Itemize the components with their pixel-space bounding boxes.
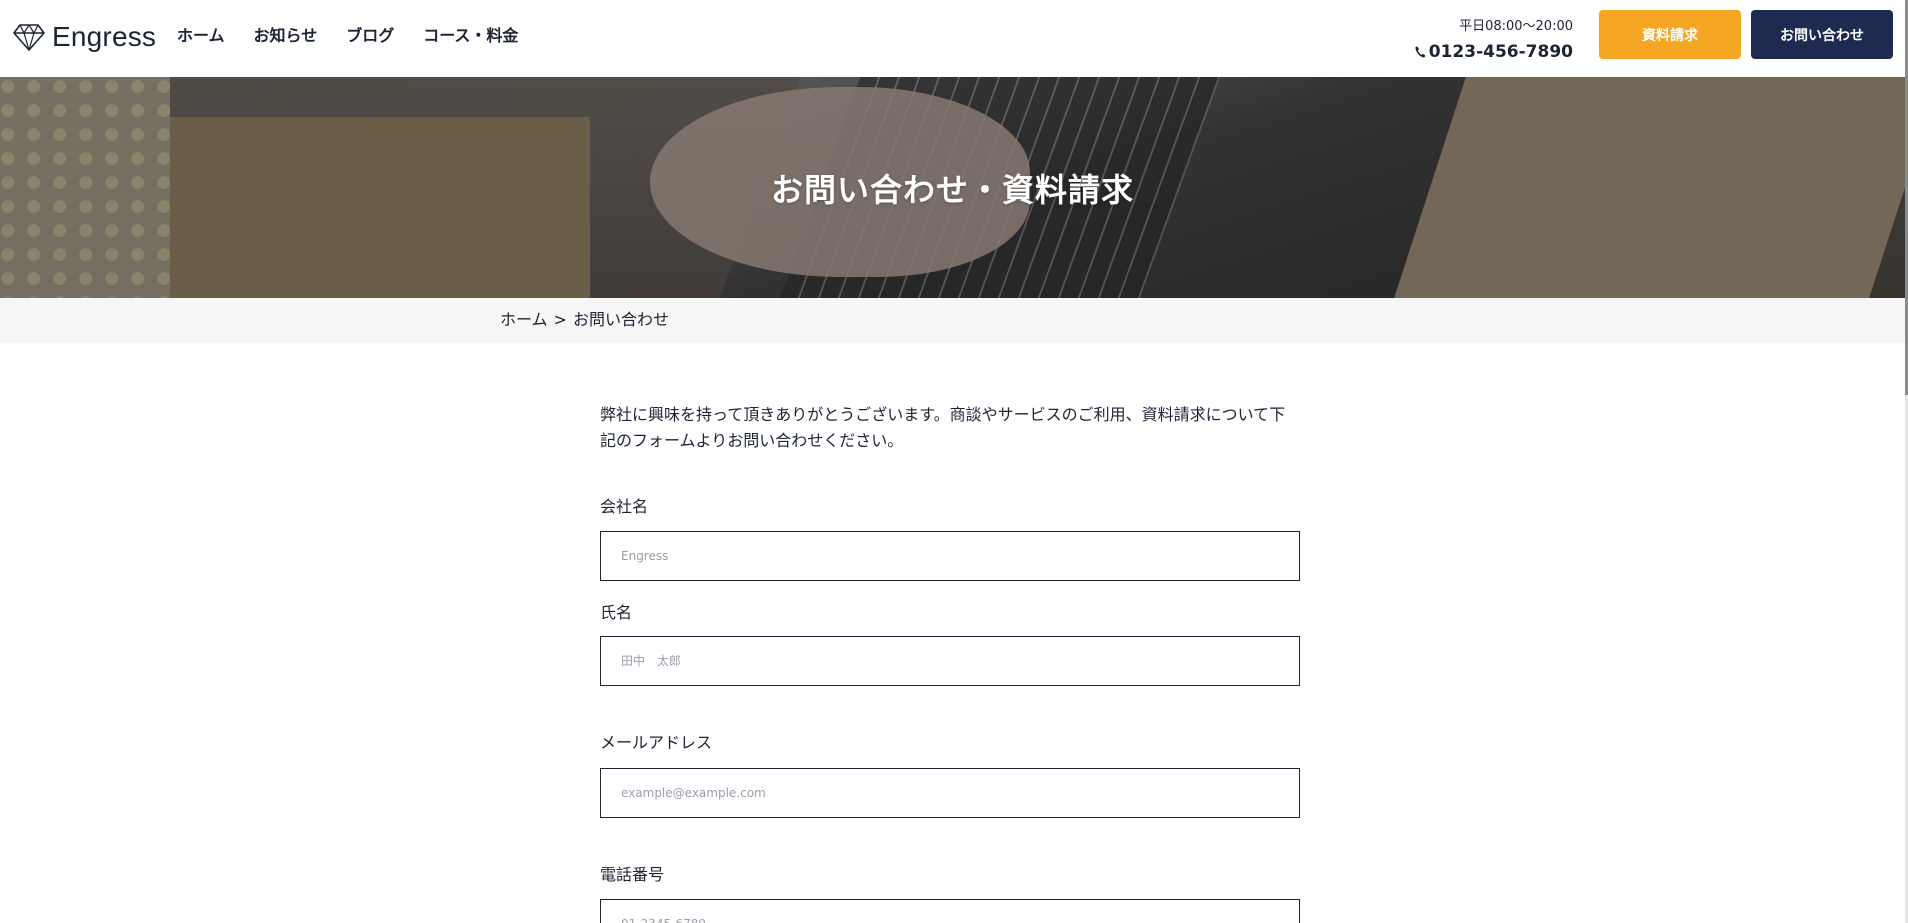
email-label: メールアドレス (600, 733, 713, 752)
request-documents-button[interactable]: 資料請求 (1599, 10, 1741, 59)
hero-banner: お問い合わせ・資料請求 (0, 77, 1905, 298)
page-title: お問い合わせ・資料請求 (770, 171, 1134, 209)
breadcrumb-home-link[interactable]: ホーム (500, 310, 548, 330)
header-contact-info: 平日08:00〜20:00 0123-456-7890 (1414, 18, 1573, 63)
phone-input[interactable] (600, 899, 1300, 923)
site-header: Engress ホーム お知らせ ブログ コース・料金 平日08:00〜20:0… (0, 0, 1905, 77)
phone-number-link[interactable]: 0123-456-7890 (1414, 41, 1573, 63)
name-input[interactable] (600, 636, 1300, 686)
nav-item-home[interactable]: ホーム (177, 24, 225, 48)
diamond-logo-icon (13, 24, 45, 51)
page: Engress ホーム お知らせ ブログ コース・料金 平日08:00〜20:0… (0, 0, 1908, 923)
breadcrumb-bar: ホーム > お問い合わせ (0, 298, 1905, 343)
business-hours: 平日08:00〜20:00 (1459, 19, 1573, 34)
company-label: 会社名 (600, 497, 649, 516)
form-intro-text: 弊社に興味を持って頂きありがとうございます。商談やサービスのご利用、資料請求につ… (600, 405, 1286, 450)
contact-button[interactable]: お問い合わせ (1751, 10, 1893, 59)
logo[interactable]: Engress (12, 20, 156, 54)
breadcrumb: ホーム > お問い合わせ (500, 310, 669, 330)
nav-item-courses[interactable]: コース・料金 (423, 24, 518, 48)
nav-item-blog[interactable]: ブログ (346, 24, 394, 48)
logo-text: Engress (52, 21, 157, 52)
main-nav: ホーム お知らせ ブログ コース・料金 (177, 24, 518, 48)
breadcrumb-current: お問い合わせ (572, 310, 669, 329)
email-input[interactable] (600, 768, 1300, 818)
nav-item-news[interactable]: お知らせ (254, 24, 318, 48)
phone-label: 電話番号 (600, 865, 665, 884)
name-label: 氏名 (600, 603, 633, 622)
phone-icon (1415, 46, 1426, 58)
company-input[interactable] (600, 531, 1300, 581)
phone-number: 0123-456-7890 (1428, 42, 1573, 62)
breadcrumb-separator: > (553, 310, 567, 329)
